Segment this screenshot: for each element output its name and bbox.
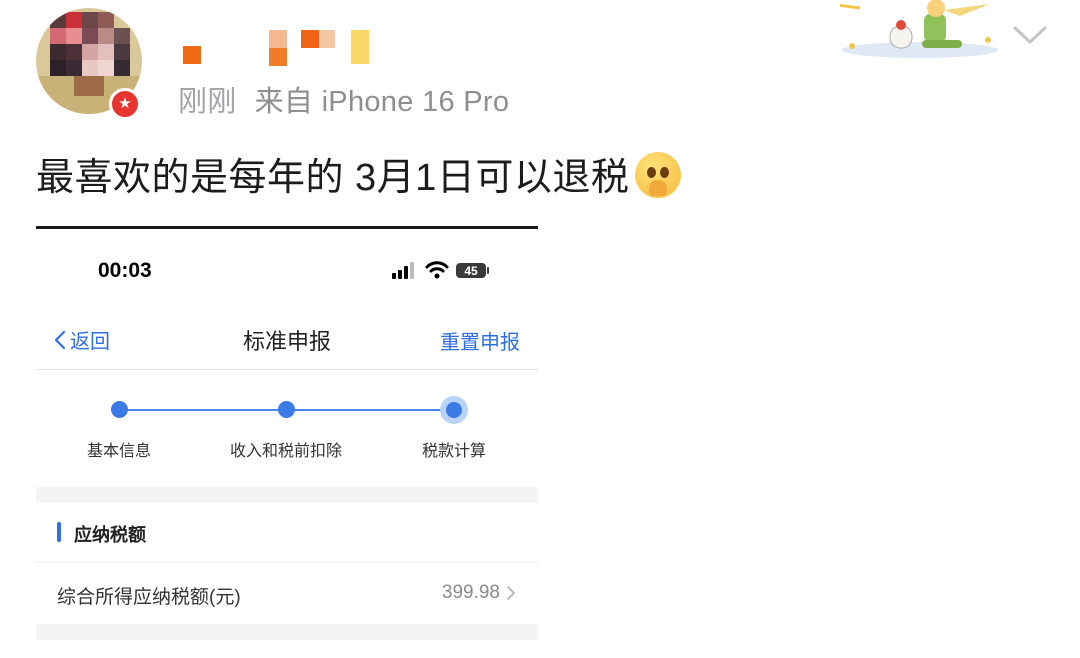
chevron-down-icon[interactable] xyxy=(1012,22,1048,48)
post-source: 来自 iPhone 16 Pro xyxy=(254,86,510,118)
wifi-icon xyxy=(425,261,449,279)
attached-screenshot[interactable]: 00:03 45 返回 标准申报 重置申报 基本信息 收入和税前扣除 税款计算 … xyxy=(36,226,538,658)
step-label-2: 收入和税前扣除 xyxy=(229,443,343,460)
post-text-content: 最喜欢的是每年的 3月1日可以退税 xyxy=(36,157,630,199)
nav-divider xyxy=(36,369,538,370)
little-prince-sticker xyxy=(840,0,998,58)
battery-level: 45 xyxy=(464,264,478,278)
section-title: 应纳税额 xyxy=(74,525,146,545)
post-meta: 刚刚 来自 iPhone 16 Pro xyxy=(178,78,509,120)
status-icons: 45 xyxy=(392,261,489,279)
step-dot-1 xyxy=(111,401,128,418)
step-dot-3-current xyxy=(440,396,468,424)
step-label-3: 税款计算 xyxy=(421,443,487,460)
tax-payable-value: 399.98 xyxy=(441,582,500,603)
username-obscured[interactable] xyxy=(183,30,373,66)
status-time: 00:03 xyxy=(98,259,152,282)
section-separator xyxy=(36,487,538,503)
post-text: 最喜欢的是每年的 3月1日可以退税 xyxy=(36,146,682,201)
star-badge-icon: ★ xyxy=(109,88,141,120)
pleading-face-emoji xyxy=(635,152,682,198)
row-divider xyxy=(36,562,538,563)
section-separator-2 xyxy=(36,624,538,640)
chevron-right-icon xyxy=(507,586,515,600)
post-time: 刚刚 xyxy=(178,86,237,118)
signal-icon xyxy=(392,262,414,279)
step-label-1: 基本信息 xyxy=(86,443,152,460)
tax-payable-label: 综合所得应纳税额(元) xyxy=(57,587,241,608)
step-dot-2 xyxy=(278,401,295,418)
reset-declaration-button[interactable]: 重置申报 xyxy=(440,326,520,355)
section-accent-bar xyxy=(57,522,61,542)
